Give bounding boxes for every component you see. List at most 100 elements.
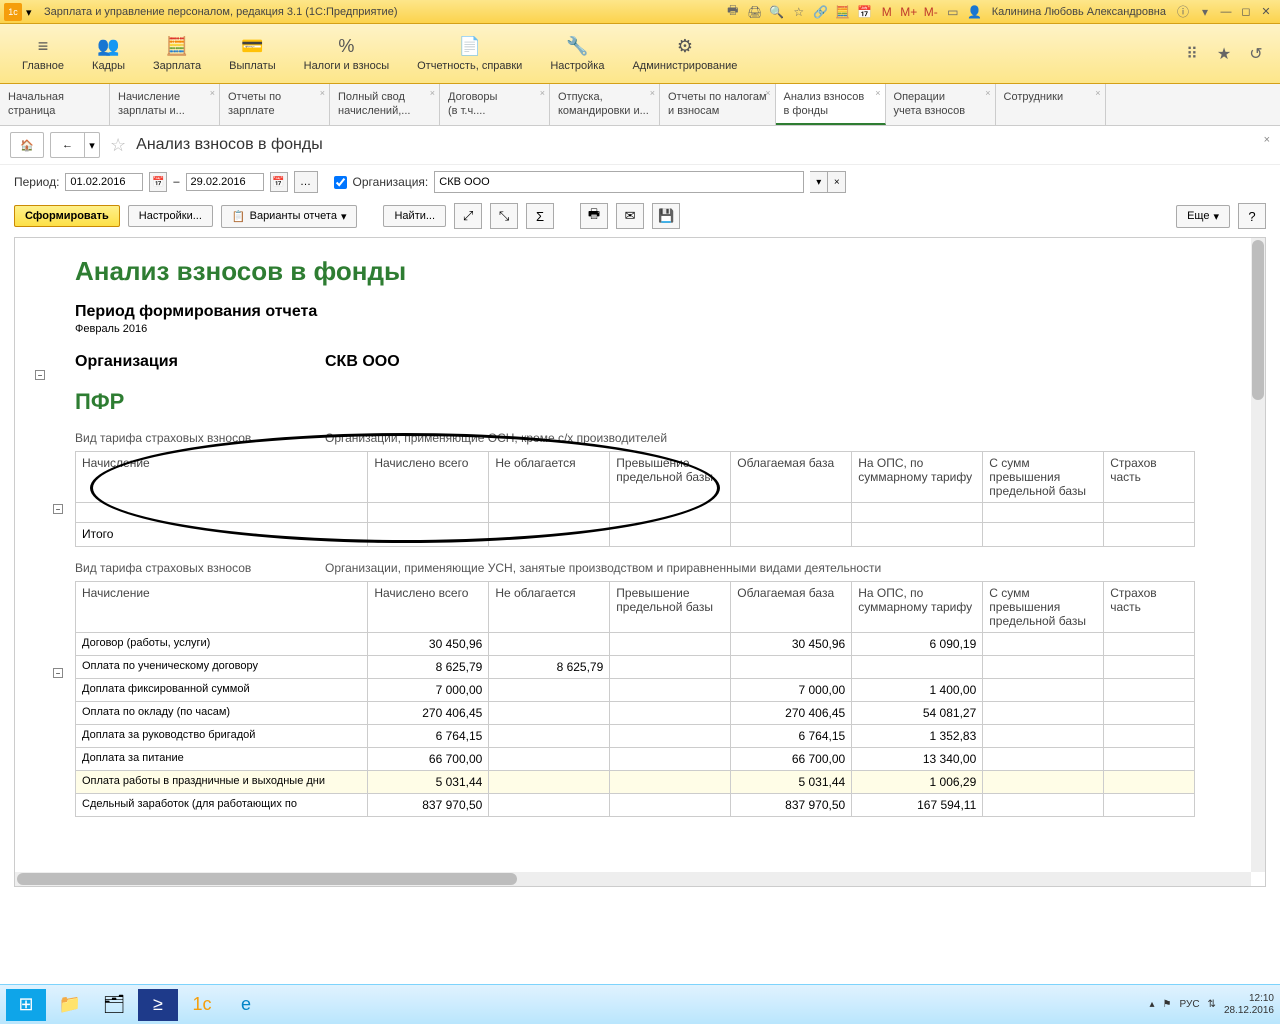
titlebar-dropdown-icon[interactable]: ▾	[26, 6, 38, 18]
tab-item[interactable]: ×Операцииучета взносов	[886, 84, 996, 125]
table-row[interactable]: Сдельный заработок (для работающих по837…	[76, 794, 1195, 817]
explorer-icon[interactable]: 📁	[50, 989, 90, 1021]
home-button[interactable]: 🏠	[10, 132, 44, 158]
table-row[interactable]: Доплата фиксированной суммой7 000,007 00…	[76, 679, 1195, 702]
page-close-button[interactable]: ×	[1264, 134, 1270, 146]
table-row[interactable]: Доплата за питание66 700,0066 700,0013 3…	[76, 748, 1195, 771]
lang-indicator[interactable]: РУС	[1180, 999, 1200, 1010]
more-button[interactable]: Еще ▾	[1176, 205, 1230, 228]
pfr-heading: ПФР	[75, 389, 1251, 415]
tab-item[interactable]: ×Договоры(в т.ч....	[440, 84, 550, 125]
save-icon[interactable]: 💾	[652, 203, 680, 229]
variants-button[interactable]: 📋Варианты отчета▾	[221, 205, 358, 228]
tab-item[interactable]: ×Сотрудники	[996, 84, 1106, 125]
table-row[interactable]: Оплата по окладу (по часам)270 406,45270…	[76, 702, 1195, 725]
panels-icon[interactable]: ▭	[944, 3, 962, 21]
date-from-cal-button[interactable]: 📅	[149, 172, 167, 192]
menu-nalogi[interactable]: %Налоги и взносы	[290, 32, 404, 76]
tab-close-icon[interactable]: ×	[765, 88, 770, 100]
generate-button[interactable]: Сформировать	[14, 205, 120, 227]
date-to-input[interactable]	[186, 173, 264, 191]
org-clear-button[interactable]: ×	[828, 171, 846, 193]
print2-icon[interactable]: 🖨	[746, 3, 764, 21]
close-window-button[interactable]: ✕	[1257, 4, 1275, 20]
org-checkbox[interactable]	[334, 176, 347, 189]
star-icon[interactable]: ★	[1212, 42, 1236, 66]
tab-item[interactable]: ×Отчеты позарплате	[220, 84, 330, 125]
find-button[interactable]: Найти...	[383, 205, 446, 227]
menu-vyplaty[interactable]: 💳Выплаты	[215, 32, 289, 76]
start-button[interactable]: ⊞	[6, 989, 46, 1021]
tab-close-icon[interactable]: ×	[540, 88, 545, 100]
apps-grid-icon[interactable]: ⠿	[1180, 42, 1204, 66]
menu-main[interactable]: ≡Главное	[8, 32, 78, 76]
table-row[interactable]: Оплата работы в праздничные и выходные д…	[76, 771, 1195, 794]
report-body[interactable]: Анализ взносов в фонды Период формирован…	[15, 238, 1251, 872]
table-row[interactable]: Доплата за руководство бригадой6 764,156…	[76, 725, 1195, 748]
calendar-icon[interactable]: 📅	[856, 3, 874, 21]
menu-otchet[interactable]: 📄Отчетность, справки	[403, 32, 536, 76]
maximize-button[interactable]: ◻	[1237, 4, 1255, 20]
tab-close-icon[interactable]: ×	[875, 88, 880, 100]
menu-admin[interactable]: ⚙Администрирование	[618, 32, 751, 76]
memory-mminus-icon[interactable]: M-	[922, 3, 940, 21]
org-select[interactable]	[434, 171, 804, 193]
menu-kadry[interactable]: 👥Кадры	[78, 32, 139, 76]
back-button[interactable]: ←	[50, 132, 84, 158]
tab-close-icon[interactable]: ×	[430, 88, 435, 100]
minimize-button[interactable]: —	[1217, 4, 1235, 20]
table-row[interactable]: Договор (работы, услуги)30 450,9630 450,…	[76, 633, 1195, 656]
tab-close-icon[interactable]: ×	[985, 88, 990, 100]
scrollbar-thumb[interactable]	[17, 873, 517, 885]
mail-icon[interactable]: ✉	[616, 203, 644, 229]
settings-button[interactable]: Настройки...	[128, 205, 213, 227]
print-icon[interactable]: 🖶	[724, 3, 742, 21]
vertical-scrollbar[interactable]	[1251, 238, 1265, 872]
table-row[interactable]: Оплата по ученическому договору8 625,798…	[76, 656, 1195, 679]
menu-nastroika[interactable]: 🔧Настройка	[536, 32, 618, 76]
org-dd-button[interactable]: ▾	[810, 171, 828, 193]
sum-icon[interactable]: Σ	[526, 203, 554, 229]
tab-close-icon[interactable]: ×	[320, 88, 325, 100]
folder-icon[interactable]: 🗂	[94, 989, 134, 1021]
scrollbar-thumb[interactable]	[1252, 240, 1264, 400]
history-icon[interactable]: ↺	[1244, 42, 1268, 66]
back-dd-button[interactable]: ▾	[84, 132, 100, 158]
tray-flag-icon[interactable]: ⚑	[1163, 999, 1172, 1010]
app-1c-icon[interactable]: 1c	[182, 989, 222, 1021]
tab-item[interactable]: ×Отчеты по налогами взносам	[660, 84, 776, 125]
favorite-icon[interactable]: ☆	[790, 3, 808, 21]
memory-mplus-icon[interactable]: M+	[900, 3, 918, 21]
tab-close-icon[interactable]: ×	[650, 88, 655, 100]
tray-network-icon[interactable]: ⇅	[1208, 999, 1216, 1010]
ie-icon[interactable]: e	[226, 989, 266, 1021]
menu-zarplata[interactable]: 🧮Зарплата	[139, 32, 215, 76]
tab-close-icon[interactable]: ×	[210, 88, 215, 100]
search-icon[interactable]: 🔍	[768, 3, 786, 21]
period-more-button[interactable]: …	[294, 171, 318, 193]
info-icon[interactable]: ⓘ	[1174, 3, 1192, 21]
horizontal-scrollbar[interactable]	[15, 872, 1251, 886]
fav-star-icon[interactable]: ☆	[110, 135, 126, 156]
help-button[interactable]: ?	[1238, 203, 1266, 229]
tab-close-icon[interactable]: ×	[1095, 88, 1100, 100]
tab-item[interactable]: ×Полный сводначислений,...	[330, 84, 440, 125]
collapse-icon[interactable]: ⤡	[490, 203, 518, 229]
tray-chevron-icon[interactable]: ▴	[1150, 999, 1155, 1010]
report-period-value: Февраль 2016	[75, 323, 1251, 335]
print-report-icon[interactable]: 🖶	[580, 203, 608, 229]
tab-item[interactable]: ×Отпуска,командировки и...	[550, 84, 660, 125]
date-to-cal-button[interactable]: 📅	[270, 172, 288, 192]
table-total-row: Итого	[76, 523, 1195, 547]
info-dd-icon[interactable]: ▾	[1196, 3, 1214, 21]
expand-icon[interactable]: ⤢	[454, 203, 482, 229]
tab-item[interactable]: Начальнаястраница	[0, 84, 110, 125]
tab-item[interactable]: ×Начислениезарплаты и...	[110, 84, 220, 125]
powershell-icon[interactable]: ≥	[138, 989, 178, 1021]
date-from-input[interactable]	[65, 173, 143, 191]
clock[interactable]: 12:10 28.12.2016	[1224, 993, 1274, 1017]
tab-item[interactable]: ×Анализ взносовв фонды	[776, 84, 886, 125]
memory-m-icon[interactable]: M	[878, 3, 896, 21]
calc-icon[interactable]: 🧮	[834, 3, 852, 21]
link-icon[interactable]: 🔗	[812, 3, 830, 21]
